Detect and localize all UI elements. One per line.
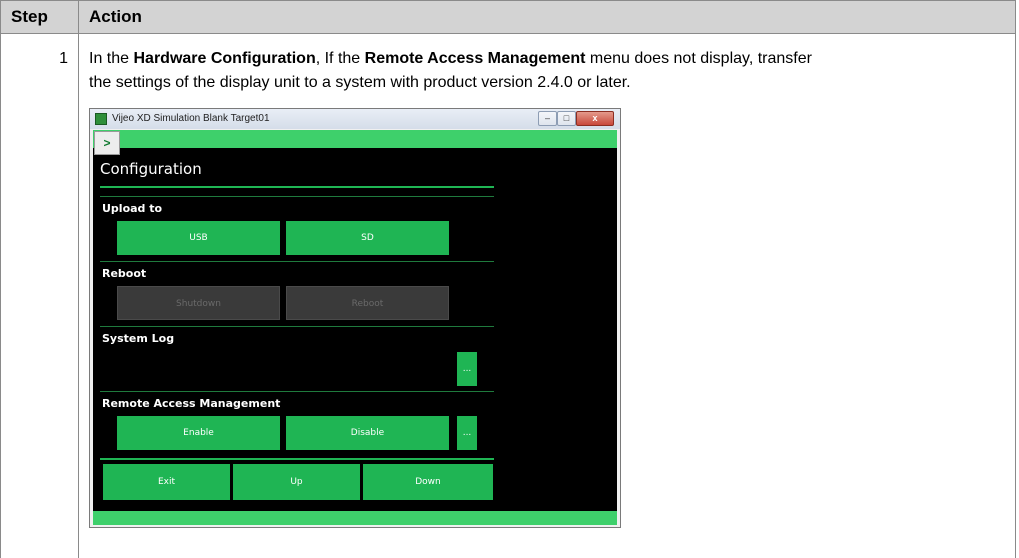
term-remote-access-management: Remote Access Management: [364, 50, 586, 67]
footer-bar: [93, 511, 617, 525]
step-number: 1: [59, 50, 68, 67]
exit-button[interactable]: Exit: [103, 464, 230, 500]
maximize-button[interactable]: □: [557, 111, 576, 126]
app-icon: [95, 113, 107, 125]
action-text-line2: the settings of the display unit to a sy…: [89, 74, 631, 91]
reboot-section-label: Reboot: [102, 267, 147, 280]
title-divider: [100, 186, 494, 188]
divider: [100, 326, 494, 327]
nav-divider: [100, 458, 494, 460]
minimize-button[interactable]: –: [538, 111, 557, 126]
window-titlebar[interactable]: Vijeo XD Simulation Blank Target01 – □ x: [90, 109, 620, 129]
table-border-divider: [78, 33, 79, 558]
close-button[interactable]: x: [576, 111, 614, 126]
reboot-button[interactable]: Reboot: [286, 286, 449, 320]
expand-nav-button[interactable]: >: [94, 131, 120, 155]
system-log-section-label: System Log: [102, 332, 175, 345]
sd-button[interactable]: SD: [286, 221, 449, 255]
shutdown-button[interactable]: Shutdown: [117, 286, 280, 320]
up-button[interactable]: Up: [233, 464, 360, 500]
action-text-prefix: In the: [89, 50, 134, 67]
system-log-more-button[interactable]: ...: [457, 352, 477, 386]
header-action: Action: [89, 7, 142, 26]
configuration-screen: > Configuration Upload to USB SD Reboot …: [93, 130, 617, 525]
divider: [100, 391, 494, 392]
window-title: Vijeo XD Simulation Blank Target01: [112, 113, 270, 124]
divider: [100, 261, 494, 262]
top-bar: [93, 130, 617, 148]
usb-button[interactable]: USB: [117, 221, 280, 255]
header-step: Step: [1, 1, 79, 33]
action-text: In the Hardware Configuration, If the Re…: [89, 47, 1014, 95]
procedure-table: Step Action 1 In the Hardware Configurat…: [0, 0, 1019, 558]
page-title: Configuration: [100, 160, 202, 178]
divider: [100, 196, 494, 197]
remote-access-section-label: Remote Access Management: [102, 397, 281, 410]
term-hardware-configuration: Hardware Configuration: [133, 50, 316, 67]
upload-section-label: Upload to: [102, 202, 163, 215]
remote-access-more-button[interactable]: ...: [457, 416, 477, 450]
action-text-mid: , If the: [315, 50, 365, 67]
simulator-window: Vijeo XD Simulation Blank Target01 – □ x…: [89, 108, 621, 528]
down-button[interactable]: Down: [363, 464, 493, 500]
disable-button[interactable]: Disable: [286, 416, 449, 450]
table-border-left: [0, 33, 1, 558]
enable-button[interactable]: Enable: [117, 416, 280, 450]
table-header: Step Action: [0, 0, 1016, 34]
action-text-line1-end: menu does not display, transfer: [585, 50, 812, 67]
table-border-right: [1015, 33, 1016, 558]
